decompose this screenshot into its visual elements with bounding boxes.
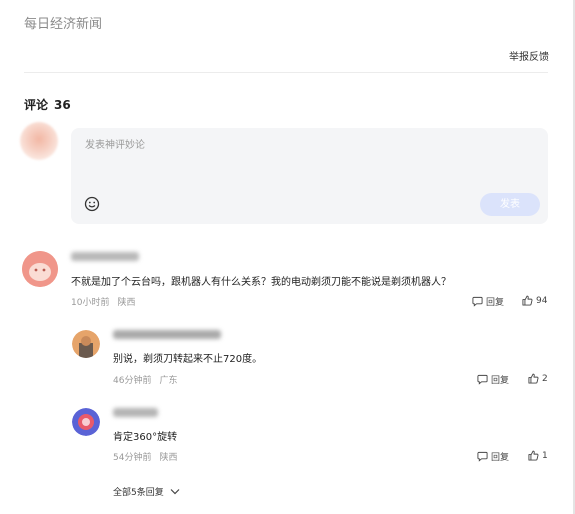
thumbs-up-icon [522,295,533,306]
more-replies-label: 全部5条回复 [113,488,164,498]
reply-meta: 54分钟前 陕西 [113,450,177,463]
comment-input[interactable] [83,139,527,152]
reply-text: 别说，剃须刀转起来不止720度。 [113,354,263,365]
reply-text: 肯定360°旋转 [113,432,178,443]
show-all-replies-button[interactable]: 全部5条回复 [113,485,180,498]
reply-label: 回复 [491,376,510,386]
divider [24,72,548,73]
like-button[interactable]: 1 [528,450,548,461]
reply-label: 回复 [491,453,510,463]
username[interactable] [113,408,158,417]
comment-bubble-icon [477,374,488,385]
report-feedback-link[interactable]: 举报反馈 [509,48,549,63]
username[interactable] [71,252,139,261]
comments-count: 36 [54,98,71,112]
reply-button[interactable]: 回复 [472,295,504,308]
reply-button[interactable]: 回复 [477,450,509,463]
emoji-icon[interactable] [84,196,100,212]
reply-button[interactable]: 回复 [477,373,509,386]
thumbs-up-icon [528,373,539,384]
comment-time: 10小时前 [71,298,110,308]
reply-location: 陕西 [159,453,178,463]
reply-meta: 46分钟前 广东 [113,373,177,386]
reply-time: 54分钟前 [113,453,152,463]
comment-text: 不就是加了个云台吗，跟机器人有什么关系？我的电动剃须刀能不能说是剃须机器人？ [71,277,451,288]
comments-title: 评论 [24,98,49,112]
comment-bubble-icon [472,296,483,307]
like-button[interactable]: 2 [528,373,548,384]
like-count: 1 [542,450,548,461]
like-button[interactable]: 94 [522,295,547,306]
avatar[interactable] [72,408,100,436]
comments-heading: 评论 36 [24,96,71,113]
comment-location: 陕西 [117,298,136,308]
thumbs-up-icon [528,450,539,461]
reply-time: 46分钟前 [113,376,152,386]
send-button[interactable]: 发表 [480,193,540,216]
username[interactable] [113,330,221,339]
avatar[interactable] [22,251,58,287]
source-name[interactable]: 每日经济新闻 [24,13,102,32]
avatar[interactable] [72,330,100,358]
chevron-down-icon [170,489,180,495]
comment-meta: 10小时前 陕西 [71,295,135,308]
reply-location: 广东 [159,376,178,386]
reply-label: 回复 [486,298,505,308]
like-count: 2 [542,373,548,384]
comment-composer: 发表 [71,128,548,224]
like-count: 94 [536,295,548,306]
avatar [20,122,58,160]
comment-bubble-icon [477,451,488,462]
